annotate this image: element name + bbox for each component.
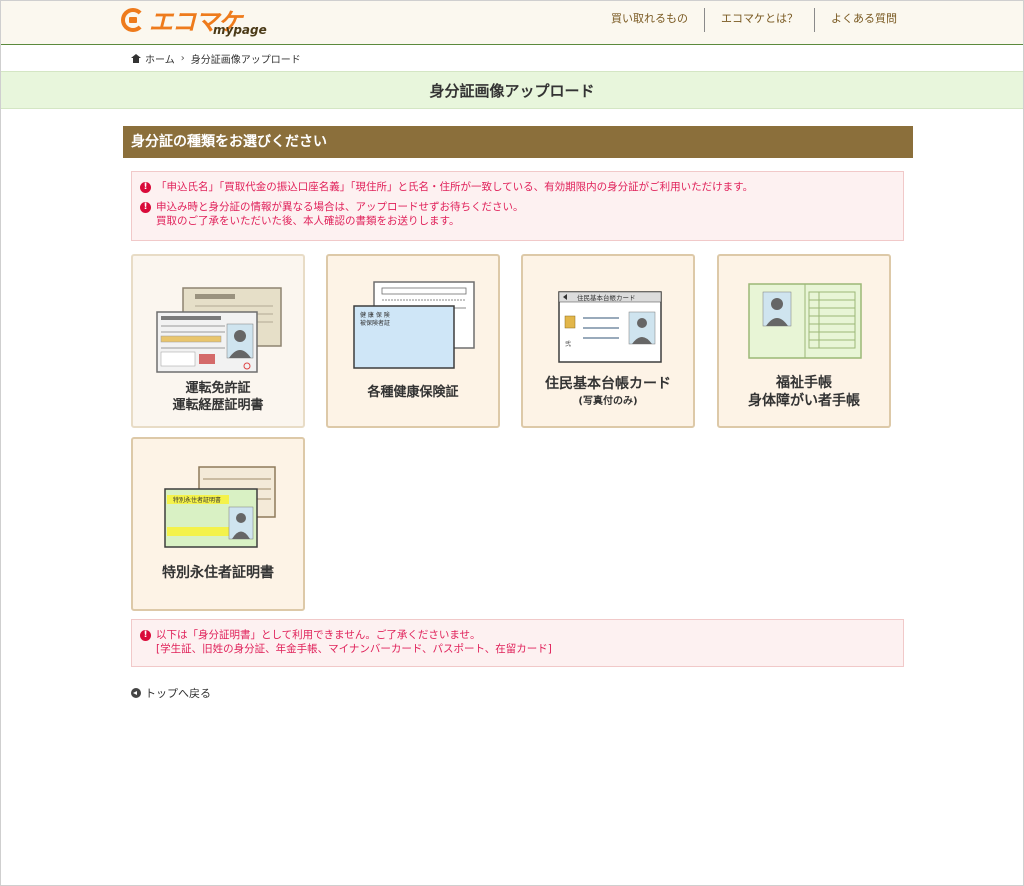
section-heading: 身分証の種類をお選びください	[123, 126, 913, 158]
notice-row: ! 以下は「身分証明書」として利用できません。ご了承くださいませ。 [学生証、旧…	[140, 628, 895, 656]
back-to-top-link[interactable]: トップへ戻る	[131, 685, 211, 701]
page-title: 身分証画像アップロード	[429, 81, 595, 100]
logo-subtext: mypage	[213, 23, 267, 37]
id-card-drivers-license[interactable]: 運転免許証 運転経歴証明書	[131, 254, 305, 428]
special-permanent-resident-illustration: 特別永住者証明書	[164, 466, 276, 548]
id-card-special-permanent-resident[interactable]: 特別永住者証明書 特別永住者証明書	[131, 437, 305, 611]
nav-item-buyable[interactable]: 買い取れるもの	[595, 8, 704, 32]
card-label: 特別永住者証明書	[133, 565, 303, 582]
card-print-text: 健 康 保 険	[360, 311, 390, 319]
card-label-line: (写真付のみ)	[578, 396, 638, 407]
home-icon	[131, 54, 141, 63]
notice-text: 申込み時と身分証の情報が異なる場合は、アップロードせずお待ちください。	[156, 201, 524, 213]
notice-top: ! 「申込氏名」「買取代金の振込口座名義」「現住所」と氏名・住所が一致している、…	[131, 171, 904, 241]
back-arrow-icon	[131, 688, 141, 698]
card-label-line: 各種健康保険証	[367, 385, 459, 400]
notice-text: 「申込氏名」「買取代金の振込口座名義」「現住所」と氏名・住所が一致している、有効…	[156, 181, 754, 193]
card-label: 福祉手帳 身体障がい者手帳	[719, 374, 889, 410]
page-title-band: 身分証画像アップロード	[1, 71, 1023, 109]
welfare-handbook-illustration	[748, 283, 862, 359]
card-label-line: 運転免許証	[185, 381, 251, 396]
notice-text: [学生証、旧姓の身分証、年金手帳、マイナンバーカード、パスポート、在留カード]	[156, 643, 552, 655]
notice-text: 買取のご了承をいただいた後、本人確認の書類をお送りします。	[156, 215, 460, 227]
notice-text: 以下は「身分証明書」として利用できません。ご了承くださいませ。	[156, 629, 481, 641]
site-logo[interactable]: エコマケ mypage	[121, 4, 267, 40]
id-card-resident-registry[interactable]: 住民基本台帳カード 弐 住民基本台帳カード (写真付のみ)	[521, 254, 695, 428]
card-label-line: 特別永住者証明書	[162, 565, 274, 581]
back-link-text: トップへ戻る	[145, 687, 211, 700]
nav-item-faq[interactable]: よくある質問	[814, 8, 913, 32]
resident-registry-card-illustration: 住民基本台帳カード 弐	[558, 291, 662, 363]
card-label-line: 身体障がい者手帳	[748, 393, 860, 409]
card-label: 運転免許証 運転経歴証明書	[133, 380, 303, 414]
breadcrumb-current: 身分証画像アップロード	[190, 55, 301, 66]
card-print-text: 弐	[565, 340, 571, 348]
card-print-text: 住民基本台帳カード	[577, 293, 636, 302]
notice-bottom: ! 以下は「身分証明書」として利用できません。ご了承くださいませ。 [学生証、旧…	[131, 619, 904, 667]
id-card-welfare-handbook[interactable]: 福祉手帳 身体障がい者手帳	[717, 254, 891, 428]
notice-row: ! 「申込氏名」「買取代金の振込口座名義」「現住所」と氏名・住所が一致している、…	[140, 180, 895, 194]
exclamation-icon: !	[140, 202, 151, 213]
card-label: 住民基本台帳カード (写真付のみ)	[523, 376, 693, 410]
card-print-text: 被保険者証	[360, 319, 390, 327]
recycle-cart-icon	[121, 8, 145, 32]
exclamation-icon: !	[140, 182, 151, 193]
id-card-health-insurance[interactable]: 健 康 保 険 被保険者証 各種健康保険証	[326, 254, 500, 428]
site-header: エコマケ mypage 買い取れるもの エコマケとは？ よくある質問	[1, 1, 1023, 45]
header-nav: 買い取れるもの エコマケとは？ よくある質問	[595, 8, 913, 32]
card-label: 各種健康保険証	[328, 384, 498, 401]
health-insurance-card-illustration: 健 康 保 険 被保険者証	[353, 281, 475, 369]
card-label-line: 住民基本台帳カード	[545, 376, 671, 392]
nav-item-about[interactable]: エコマケとは？	[704, 8, 814, 32]
drivers-license-illustration	[156, 287, 282, 373]
chevron-right-icon: ›	[180, 53, 185, 64]
card-label-line: 運転経歴証明書	[172, 398, 264, 413]
exclamation-icon: !	[140, 630, 151, 641]
breadcrumb-home[interactable]: ホーム	[145, 51, 175, 66]
card-label-line: 福祉手帳	[776, 375, 832, 391]
notice-row: ! 申込み時と身分証の情報が異なる場合は、アップロードせずお待ちください。 買取…	[140, 200, 895, 228]
card-print-text: 特別永住者証明書	[173, 496, 221, 504]
breadcrumb: ホーム › 身分証画像アップロード	[131, 51, 301, 66]
